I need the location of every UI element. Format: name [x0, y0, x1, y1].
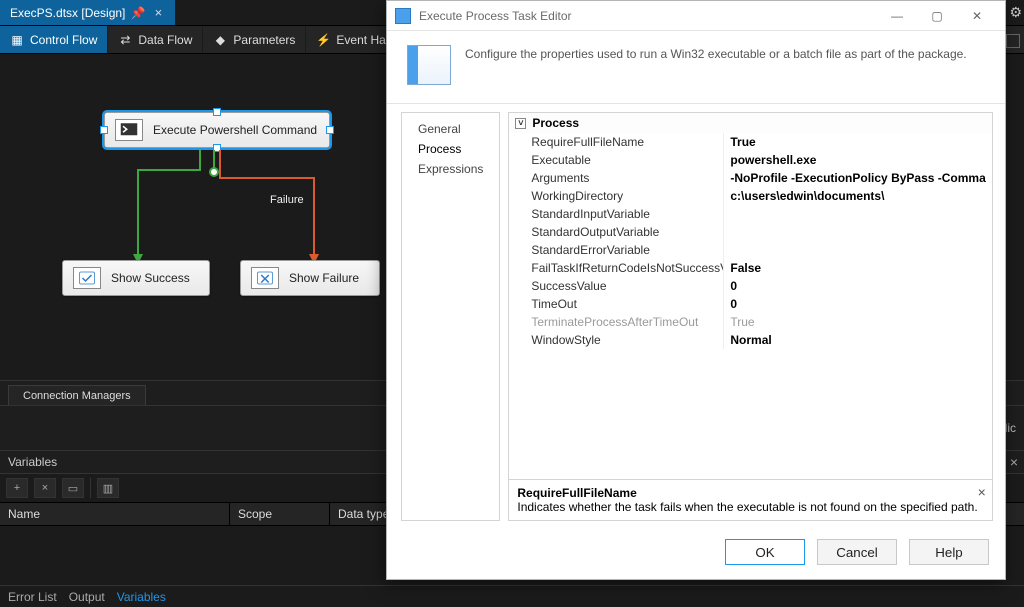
move-variable-button[interactable]: ▭ — [62, 478, 84, 498]
tab-error-list[interactable]: Error List — [8, 590, 57, 604]
script-task-icon — [251, 267, 279, 289]
visual-studio-shell: ExecPS.dtsx [Design] 📌 × ⚙ ▦ Control Flo… — [0, 0, 1024, 607]
resize-handle[interactable] — [213, 108, 221, 116]
dialog-buttons: OK Cancel Help — [387, 529, 1005, 579]
property-pane: ˅ Process RequireFullFileNameTrue Execut… — [508, 112, 992, 521]
execute-process-large-icon — [407, 45, 451, 85]
toolbox-collapsed-icon[interactable] — [1006, 34, 1020, 48]
property-category-label: Process — [532, 116, 579, 130]
tab-output[interactable]: Output — [69, 590, 105, 604]
tab-control-flow[interactable]: ▦ Control Flow — [0, 26, 108, 53]
resize-handle[interactable] — [100, 126, 108, 134]
category-list: General Process Expressions — [401, 112, 500, 521]
category-general[interactable]: General — [402, 119, 499, 139]
close-button[interactable]: ✕ — [957, 1, 997, 30]
event-handlers-icon: ⚡ — [316, 33, 330, 47]
help-button[interactable]: Help — [909, 539, 989, 565]
dialog-title: Execute Process Task Editor — [419, 9, 572, 23]
dialog-description: Configure the properties used to run a W… — [465, 45, 987, 85]
grid-options-button[interactable]: ▥ — [97, 478, 119, 498]
dialog-titlebar[interactable]: Execute Process Task Editor — ▢ ✕ — [387, 1, 1005, 31]
property-help-panel: × RequireFullFileName Indicates whether … — [508, 480, 992, 521]
tab-variables[interactable]: Variables — [117, 590, 166, 604]
delete-variable-button[interactable]: × — [34, 478, 56, 498]
tab-label: Data Flow — [138, 33, 192, 47]
task-execute-powershell[interactable]: Execute Powershell Command — [104, 112, 330, 148]
prop-window-style[interactable]: WindowStyleNormal — [509, 331, 991, 349]
data-flow-icon: ⇄ — [118, 33, 132, 47]
prop-require-full-filename[interactable]: RequireFullFileNameTrue — [509, 133, 991, 151]
task-label: Show Failure — [289, 271, 359, 285]
prop-arguments[interactable]: Arguments-NoProfile -ExecutionPolicy ByP… — [509, 169, 991, 187]
help-property-text: Indicates whether the task fails when th… — [517, 500, 983, 514]
tab-label: Parameters — [233, 33, 295, 47]
tab-parameters[interactable]: ◆ Parameters — [203, 26, 306, 53]
execute-process-icon — [115, 119, 143, 141]
close-tab-icon[interactable]: × — [151, 6, 165, 20]
control-flow-icon: ▦ — [10, 33, 24, 47]
gear-icon[interactable]: ⚙ — [1009, 4, 1022, 21]
prop-terminate-after-timeout: TerminateProcessAfterTimeOutTrue — [509, 313, 991, 331]
bottom-tool-tabs: Error List Output Variables — [0, 585, 1024, 607]
add-variable-button[interactable]: + — [6, 478, 28, 498]
dialog-header: Configure the properties used to run a W… — [387, 31, 1005, 104]
connector-success[interactable] — [128, 150, 168, 273]
property-category[interactable]: ˅ Process — [509, 113, 991, 133]
prop-success-value[interactable]: SuccessValue0 — [509, 277, 991, 295]
pin-icon[interactable]: 📌 — [131, 6, 145, 20]
prop-working-directory[interactable]: WorkingDirectoryc:\users\edwin\documents… — [509, 187, 991, 205]
parameters-icon: ◆ — [213, 33, 227, 47]
script-task-icon — [73, 267, 101, 289]
ok-button[interactable]: OK — [725, 539, 805, 565]
col-scope[interactable]: Scope — [230, 503, 330, 525]
task-label: Execute Powershell Command — [153, 123, 317, 137]
category-process[interactable]: Process — [402, 139, 499, 159]
prop-stderr-variable[interactable]: StandardErrorVariable — [509, 241, 991, 259]
help-panel-close-icon[interactable]: × — [978, 484, 986, 500]
collapse-toggle-icon[interactable]: ˅ — [515, 118, 526, 129]
document-tab-active[interactable]: ExecPS.dtsx [Design] 📌 × — [0, 0, 175, 25]
connection-managers-tab[interactable]: Connection Managers — [8, 385, 146, 406]
resize-handle[interactable] — [326, 126, 334, 134]
prop-stdout-variable[interactable]: StandardOutputVariable — [509, 223, 991, 241]
category-expressions[interactable]: Expressions — [402, 159, 499, 179]
prop-stdin-variable[interactable]: StandardInputVariable — [509, 205, 991, 223]
help-property-name: RequireFullFileName — [517, 486, 983, 500]
prop-fail-if-nonzero[interactable]: FailTaskIfReturnCodeIsNotSuccessValueFal… — [509, 259, 991, 277]
tab-data-flow[interactable]: ⇄ Data Flow — [108, 26, 203, 53]
property-grid[interactable]: ˅ Process RequireFullFileNameTrue Execut… — [508, 112, 992, 480]
task-show-failure[interactable]: Show Failure — [240, 260, 380, 296]
dialog-body: General Process Expressions ˅ Process Re… — [387, 104, 1005, 529]
connector-failure-label: Failure — [270, 194, 304, 206]
execute-process-task-editor-dialog: Execute Process Task Editor — ▢ ✕ Config… — [386, 0, 1006, 580]
variables-close-icon[interactable]: × — [1010, 454, 1018, 470]
tab-label: Control Flow — [30, 33, 97, 47]
minimize-button[interactable]: — — [877, 1, 917, 30]
document-tab-title: ExecPS.dtsx [Design] — [10, 6, 125, 20]
prop-timeout[interactable]: TimeOut0 — [509, 295, 991, 313]
dialog-icon — [395, 8, 411, 24]
task-label: Show Success — [111, 271, 190, 285]
connector-failure[interactable] — [218, 150, 338, 273]
cancel-button[interactable]: Cancel — [817, 539, 897, 565]
maximize-button[interactable]: ▢ — [917, 1, 957, 30]
col-name[interactable]: Name — [0, 503, 230, 525]
prop-executable[interactable]: Executablepowershell.exe — [509, 151, 991, 169]
task-show-success[interactable]: Show Success — [62, 260, 210, 296]
